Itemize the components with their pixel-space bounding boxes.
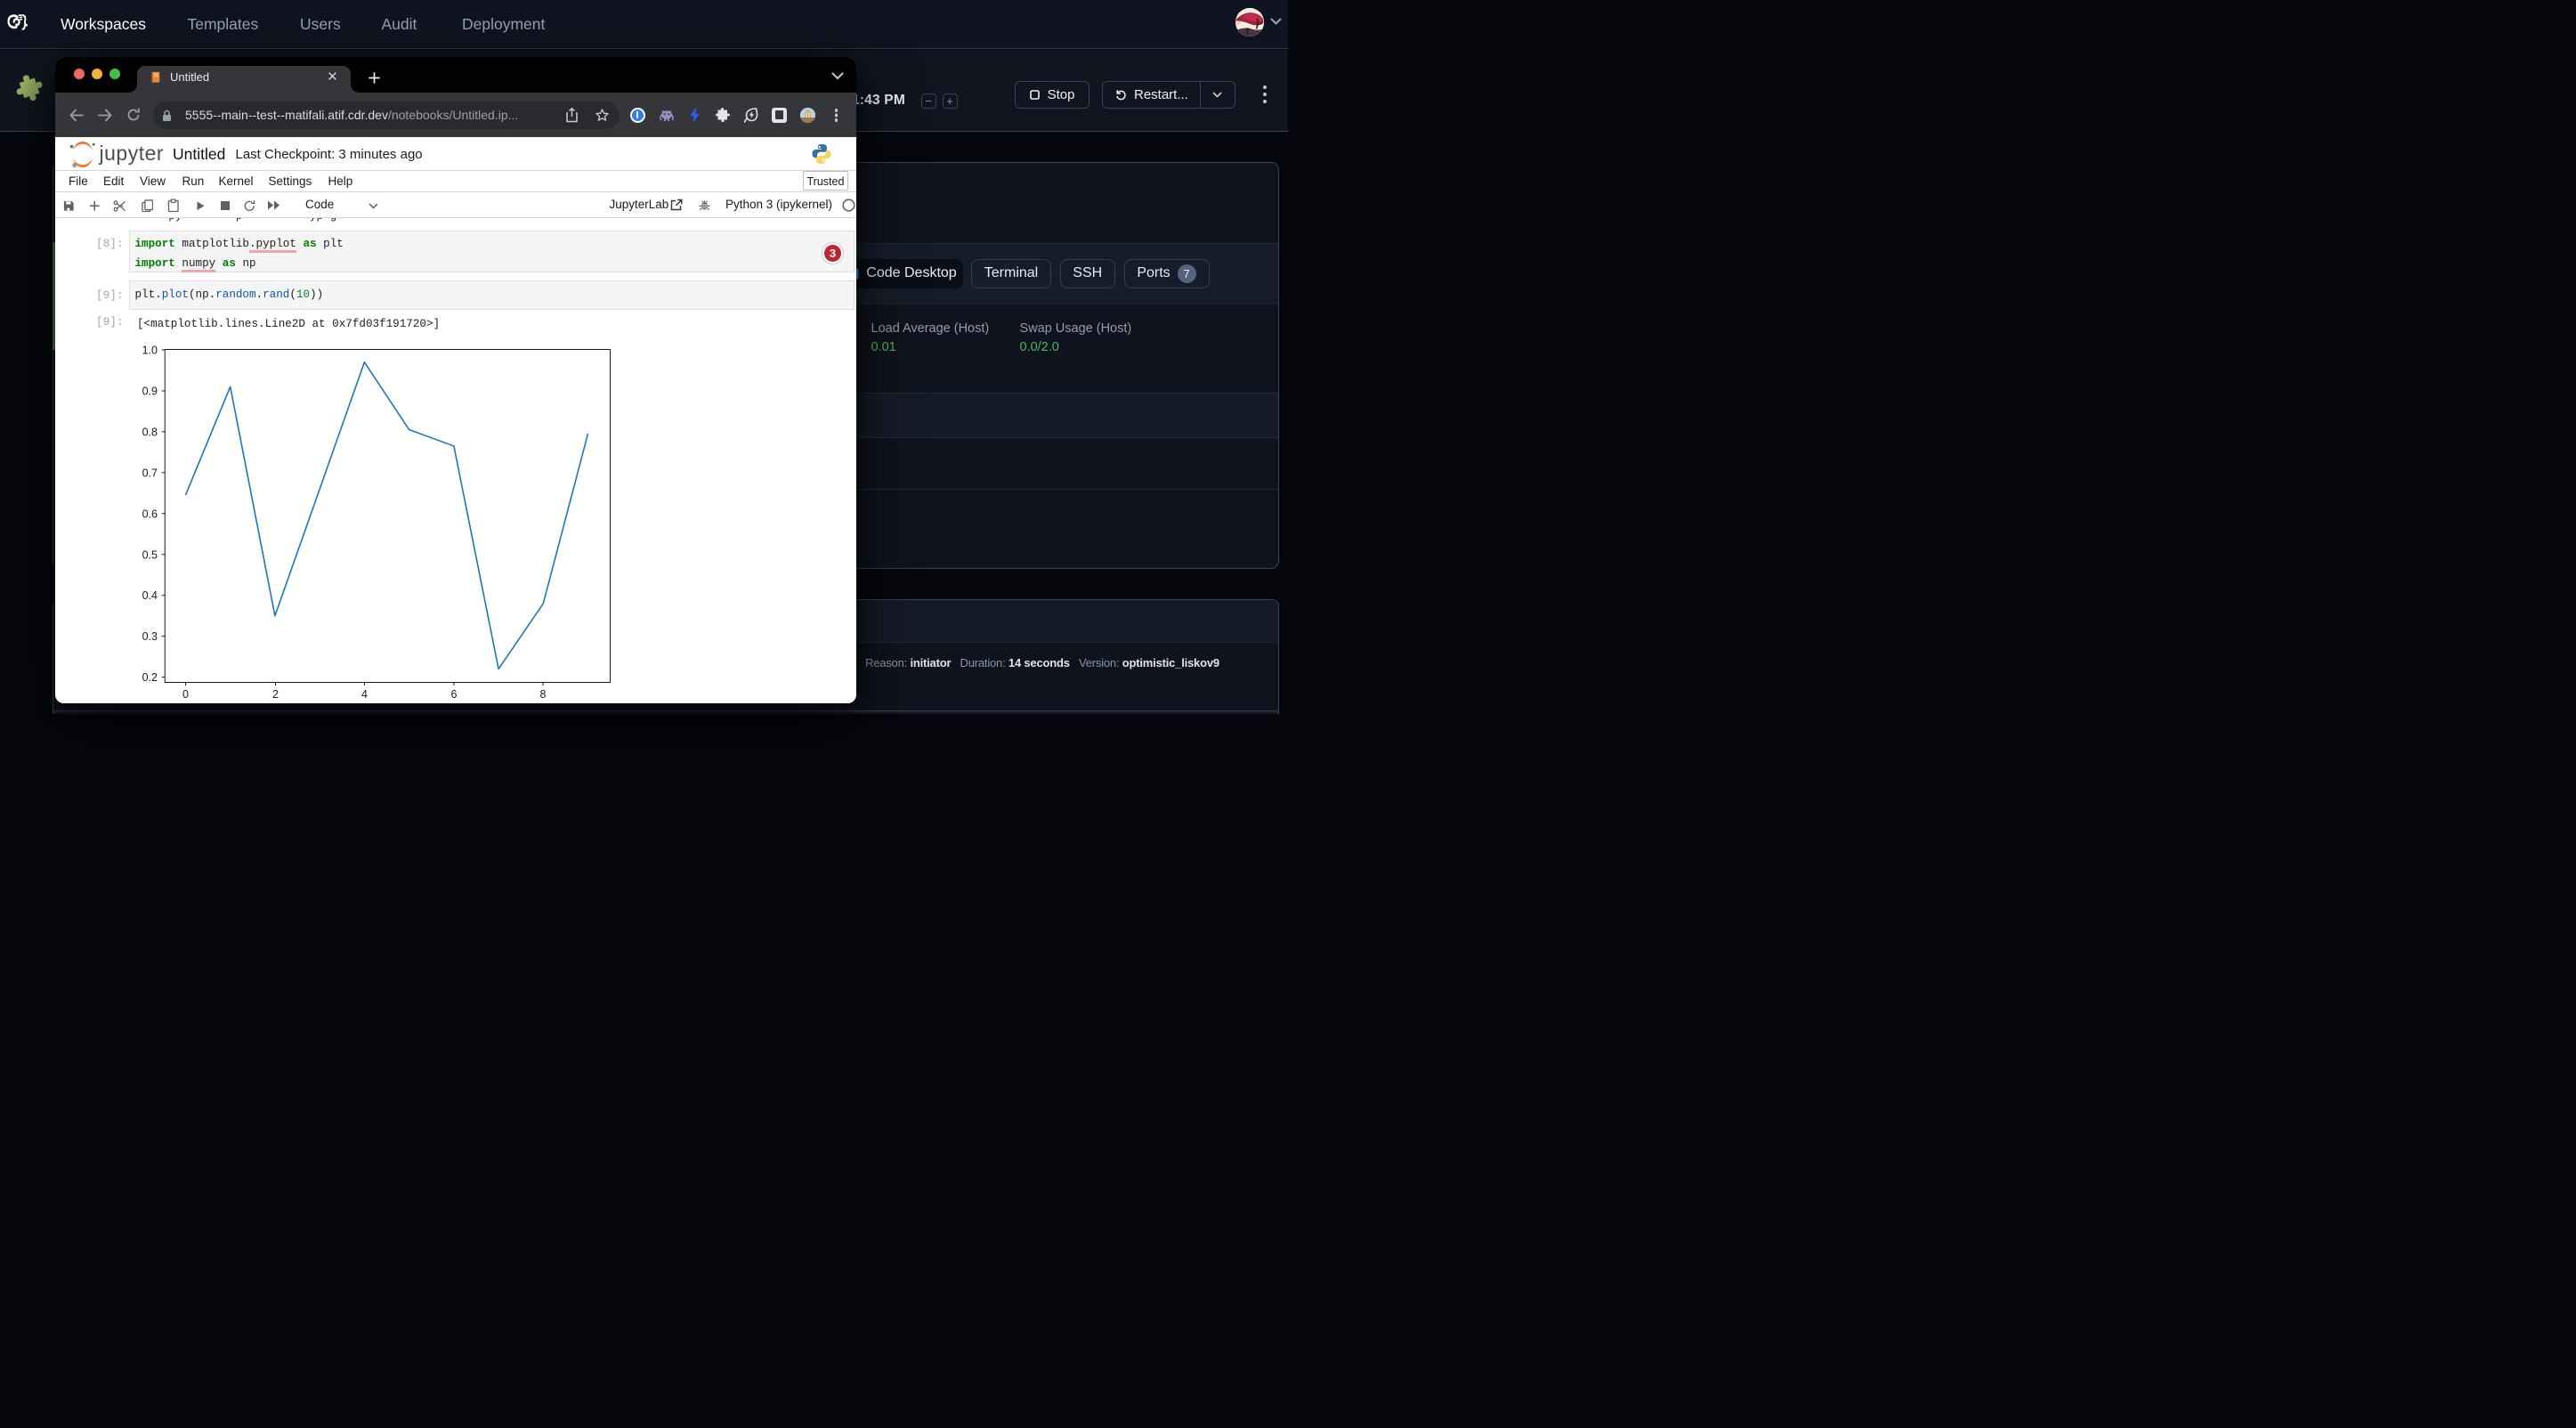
svg-text:0.2: 0.2 bbox=[142, 671, 158, 684]
svg-text:0.6: 0.6 bbox=[142, 507, 158, 520]
svg-text:0.5: 0.5 bbox=[142, 548, 158, 561]
svg-text:2: 2 bbox=[272, 688, 279, 701]
svg-text:8: 8 bbox=[540, 688, 547, 701]
svg-text:1.0: 1.0 bbox=[142, 345, 158, 357]
svg-text:6: 6 bbox=[451, 688, 458, 701]
svg-text:0.4: 0.4 bbox=[142, 589, 158, 602]
svg-text:0.7: 0.7 bbox=[142, 467, 158, 479]
svg-text:0: 0 bbox=[182, 688, 189, 701]
svg-text:0.8: 0.8 bbox=[142, 426, 158, 438]
svg-text:4: 4 bbox=[361, 688, 368, 701]
svg-text:0.3: 0.3 bbox=[142, 630, 158, 643]
svg-text:0.9: 0.9 bbox=[142, 385, 158, 398]
